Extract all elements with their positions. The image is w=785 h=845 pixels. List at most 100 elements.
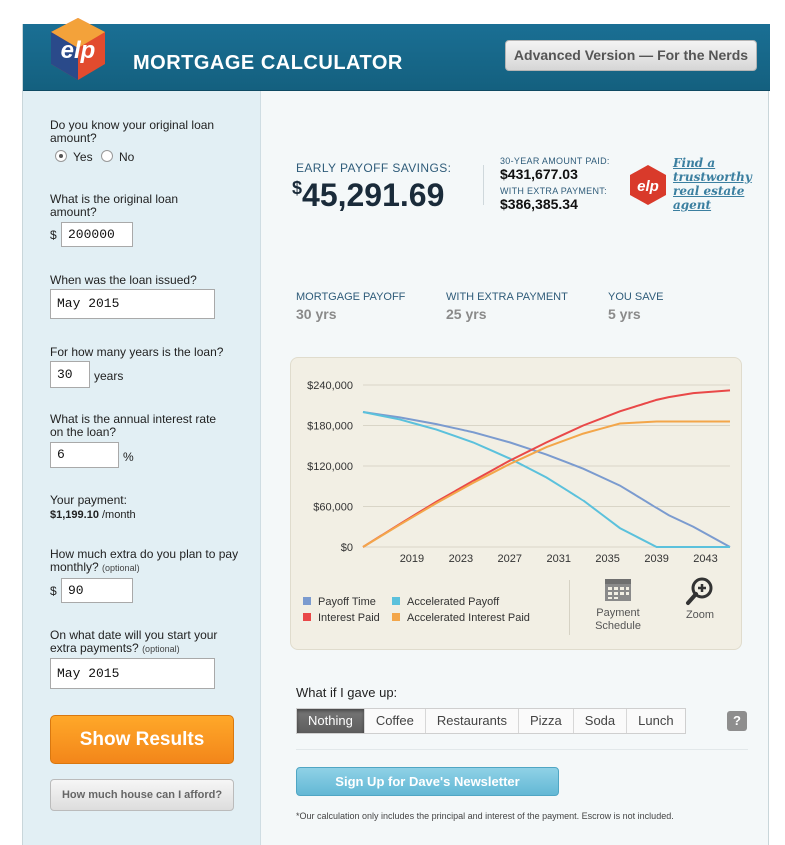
x-tick-label: 2019: [400, 553, 424, 565]
interest-rate-input[interactable]: 6: [50, 442, 119, 468]
payment-value: $1,199.10: [50, 509, 99, 521]
gave-up-option-lunch[interactable]: Lunch: [627, 709, 684, 733]
you-save-value: 5 yrs: [608, 306, 641, 322]
payment-value-row: $1,199.10 /month: [50, 509, 136, 522]
elp-logo: elp: [51, 18, 105, 80]
x-tick-label: 2027: [498, 553, 522, 565]
loan-years-input[interactable]: 30: [50, 361, 90, 388]
savings-value: 45,291.69: [302, 177, 445, 213]
legend-label: Interest Paid: [318, 612, 380, 624]
gave-up-option-pizza[interactable]: Pizza: [519, 709, 574, 733]
x-tick-label: 2039: [644, 553, 668, 565]
show-results-button[interactable]: Show Results: [50, 715, 234, 764]
extra-payment-value: $386,385.34: [500, 196, 578, 212]
elp-badge-icon: elp: [630, 165, 666, 205]
legend-swatch-interest-paid: [303, 613, 311, 621]
gave-up-options: Nothing Coffee Restaurants Pizza Soda Lunch: [296, 708, 686, 734]
extra-currency: $: [50, 584, 57, 598]
help-button[interactable]: ?: [727, 711, 747, 731]
x-tick-label: 2031: [546, 553, 570, 565]
footnote: *Our calculation only includes the princ…: [296, 811, 674, 821]
gave-up-option-coffee[interactable]: Coffee: [365, 709, 426, 733]
rate-unit: %: [123, 450, 134, 464]
y-tick-label: $240,000: [307, 380, 353, 392]
start-optional: (optional): [142, 644, 180, 654]
with-extra-value: 25 yrs: [446, 306, 487, 322]
years-unit: years: [94, 369, 124, 383]
header-bar: elp MORTGAGE CALCULATOR Advanced Version…: [23, 18, 770, 91]
legend-accel-payoff: Accelerated Payoff: [392, 596, 499, 608]
y-tick-label: $180,000: [307, 421, 353, 433]
series-line-interest-paid: [362, 389, 731, 548]
with-extra-label: WITH EXTRA PAYMENT: [446, 291, 568, 303]
gave-up-option-soda[interactable]: Soda: [574, 709, 628, 733]
gave-up-option-restaurants[interactable]: Restaurants: [426, 709, 519, 733]
amount-question: What is the original loan amount?: [50, 192, 179, 219]
legend-label: Accelerated Interest Paid: [407, 612, 530, 624]
results-panel: EARLY PAYOFF SAVINGS: $45,291.69 30-YEAR…: [262, 91, 769, 845]
divider: [483, 165, 484, 205]
legend-swatch-accel-interest: [392, 613, 400, 621]
find-agent-link[interactable]: Find a trustworthy real estate agent: [673, 156, 758, 212]
thirty-year-value: $431,677.03: [500, 166, 578, 182]
legend-accel-interest: Accelerated Interest Paid: [392, 612, 530, 624]
rate-question: What is the annual interest rate on the …: [50, 412, 217, 439]
x-tick-label: 2043: [693, 553, 717, 565]
extra-payment-label: WITH EXTRA PAYMENT:: [500, 186, 607, 196]
loan-amount-input[interactable]: 200000: [61, 222, 133, 247]
series-line-accel-interest: [362, 420, 730, 548]
gave-up-option-nothing[interactable]: Nothing: [297, 709, 365, 733]
newsletter-button[interactable]: Sign Up for Dave's Newsletter: [296, 767, 559, 796]
calendar-icon: [605, 579, 631, 601]
start-date-input[interactable]: May 2015: [50, 658, 215, 689]
yes-radio[interactable]: [55, 150, 67, 162]
divider-line: [296, 749, 748, 750]
input-sidebar: Do you know your original loan amount? Y…: [23, 91, 261, 845]
payoff-label: MORTGAGE PAYOFF: [296, 291, 406, 303]
svg-text:elp: elp: [61, 37, 96, 64]
legend-label: Accelerated Payoff: [407, 596, 500, 608]
start-question: On what date will you start your extra p…: [50, 629, 240, 656]
svg-text:elp: elp: [637, 178, 659, 195]
issued-date-input[interactable]: May 2015: [50, 289, 215, 319]
yes-label: Yes: [73, 150, 93, 164]
extra-payment-input[interactable]: 90: [61, 578, 133, 603]
chart-panel: $0 $60,000 $120,000 $180,000 $240,000 2019 202…: [290, 357, 742, 650]
x-tick-label: 2035: [595, 553, 619, 565]
payoff-chart: $0 $60,000 $120,000 $180,000 $240,000 2019 202…: [307, 380, 731, 565]
zoom-label: Zoom: [685, 609, 715, 621]
zoom-icon: [686, 577, 713, 605]
y-tick-label: $0: [341, 542, 353, 554]
legend-label: Payoff Time: [318, 596, 376, 608]
savings-amount: $45,291.69: [292, 177, 444, 214]
payoff-value: 30 yrs: [296, 306, 337, 322]
currency-label: $: [50, 228, 57, 242]
savings-currency: $: [292, 178, 303, 198]
extra-question: How much extra do you plan to pay monthl…: [50, 548, 240, 575]
advanced-version-button[interactable]: Advanced Version — For the Nerds: [505, 40, 757, 71]
legend-payoff-time: Payoff Time: [303, 596, 376, 608]
no-label: No: [119, 150, 135, 164]
known-question: Do you know your original loan amount?: [50, 118, 215, 145]
calculator-frame: elp MORTGAGE CALCULATOR Advanced Version…: [22, 18, 770, 845]
page-title: MORTGAGE CALCULATOR: [133, 52, 403, 74]
savings-label: EARLY PAYOFF SAVINGS:: [296, 161, 452, 175]
legend-swatch-payoff-time: [303, 597, 311, 605]
afford-button[interactable]: How much house can I afford?: [50, 779, 234, 811]
issued-question: When was the loan issued?: [50, 273, 197, 287]
series-line-accel-payoff: [362, 411, 730, 549]
y-tick-label: $60,000: [313, 502, 353, 514]
payment-label: Your payment:: [50, 493, 127, 507]
extra-optional: (optional): [102, 563, 140, 573]
x-tick-label: 2023: [449, 553, 473, 565]
zoom-button[interactable]: Zoom: [669, 576, 731, 621]
no-radio[interactable]: [101, 150, 113, 162]
legend-swatch-accel-payoff: [392, 597, 400, 605]
payment-schedule-label: Payment Schedule: [595, 607, 641, 632]
payment-schedule-button[interactable]: Payment Schedule: [583, 576, 653, 633]
start-question-text: On what date will you start your extra p…: [50, 628, 218, 655]
toolbar-divider: [569, 580, 570, 635]
gave-up-label: What if I gave up:: [296, 685, 398, 700]
extra-question-text: How much extra do you plan to pay monthl…: [50, 547, 239, 574]
y-tick-label: $120,000: [307, 461, 353, 473]
